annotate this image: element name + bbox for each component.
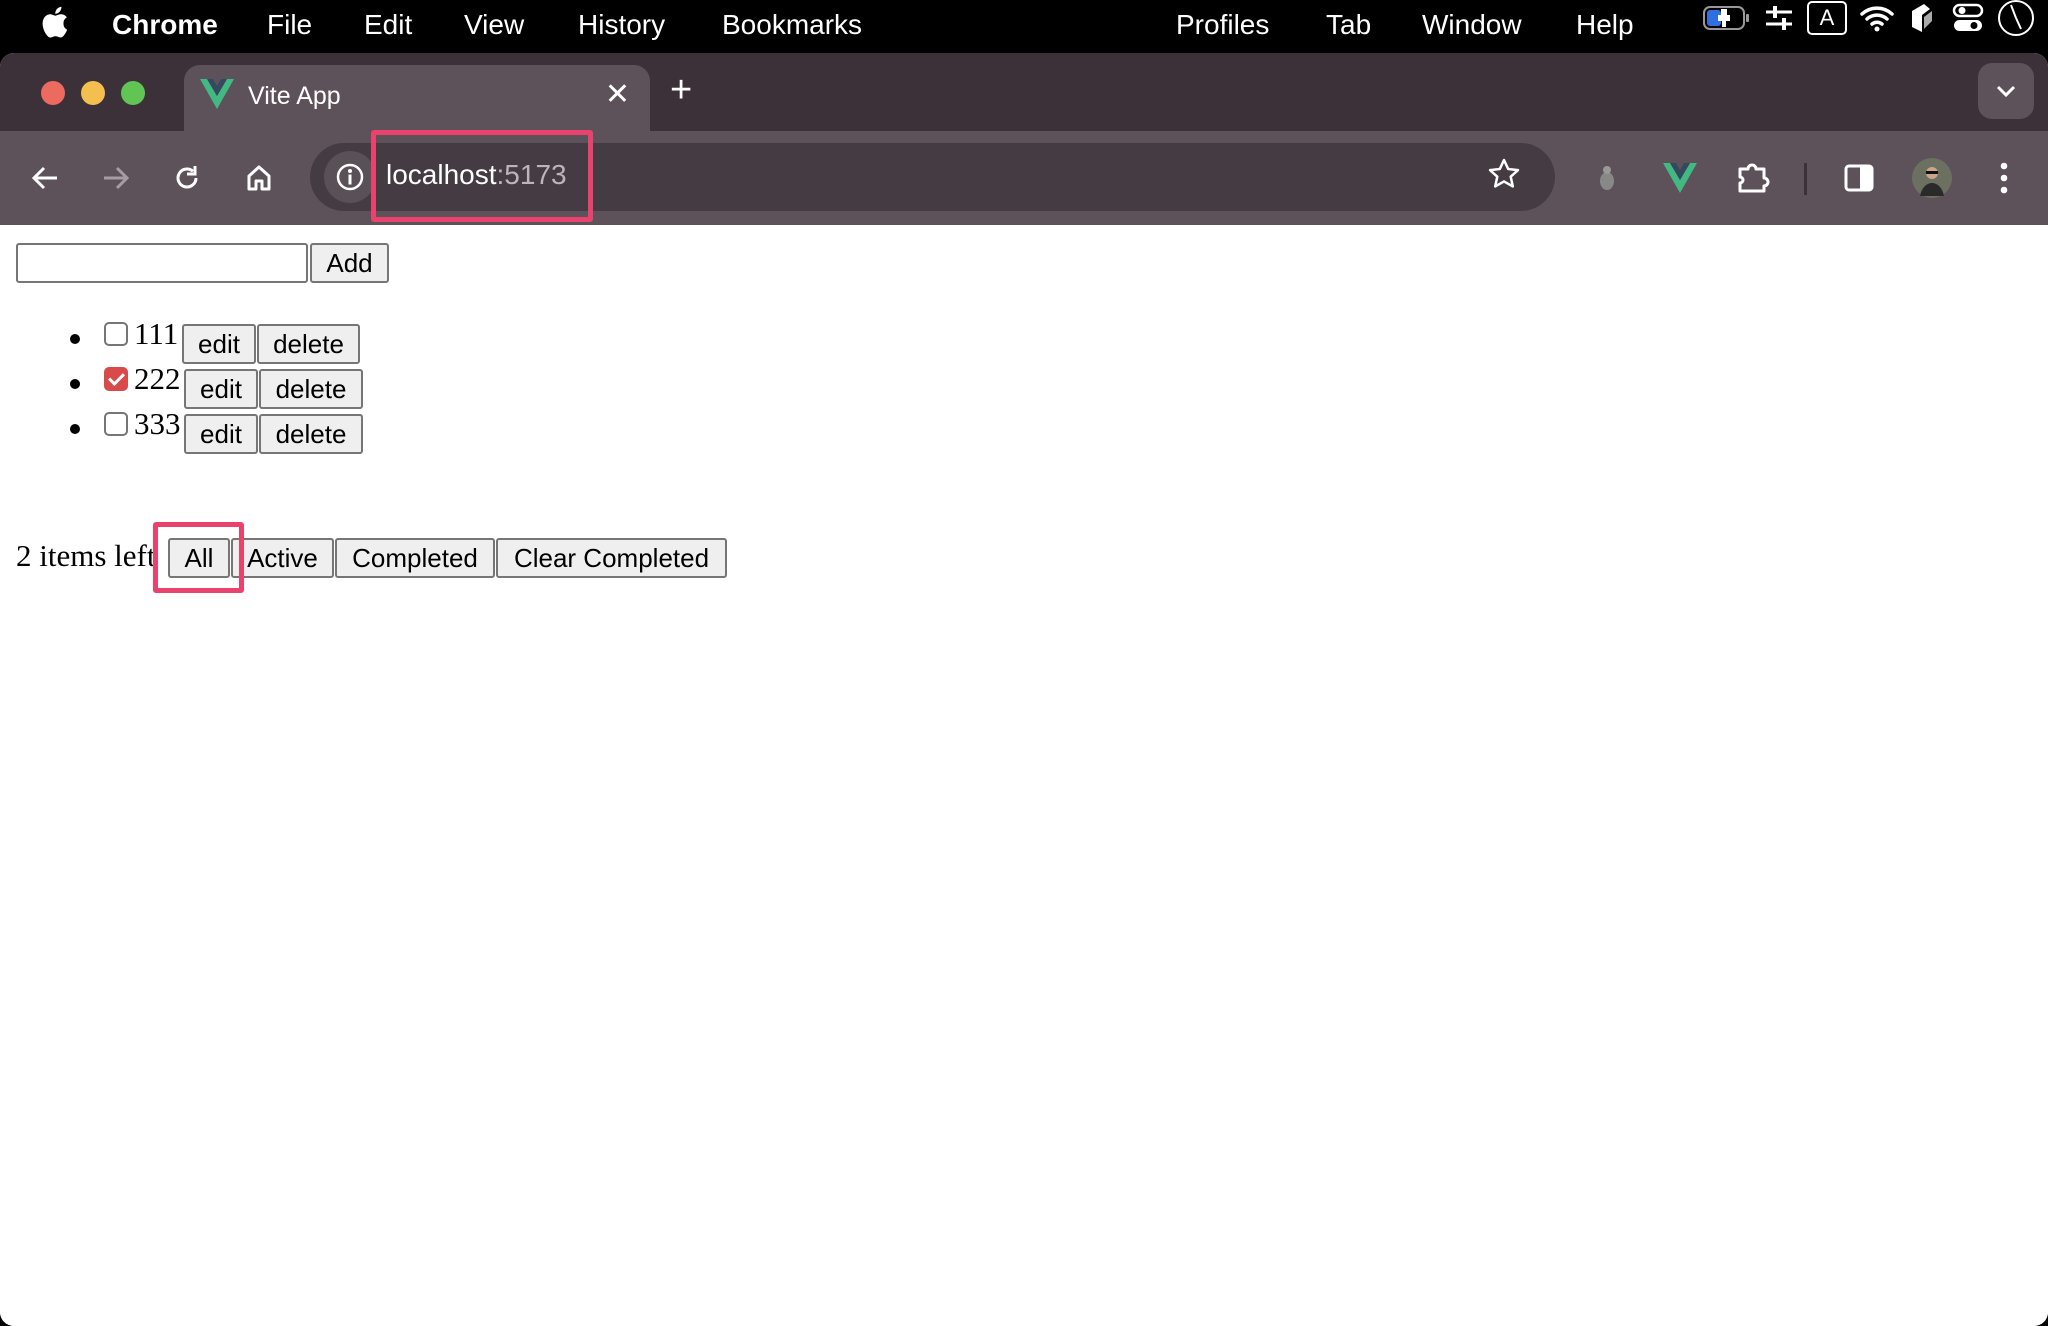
menu-tab[interactable]: Tab <box>1326 8 1371 42</box>
tab-title: Vite App <box>248 82 341 110</box>
zoom-window-button[interactable] <box>121 81 145 105</box>
toolbar-divider <box>1804 163 1807 195</box>
filter-all-button[interactable]: All <box>168 538 230 578</box>
tab-vite-app[interactable]: Vite App ✕ <box>184 65 650 131</box>
chrome-menu-icon[interactable] <box>1979 153 2029 203</box>
filter-completed-button[interactable]: Completed <box>335 538 495 578</box>
menu-bookmarks[interactable]: Bookmarks <box>722 8 862 42</box>
bookmark-star-icon[interactable] <box>1487 157 1521 196</box>
items-left-count: 2 items left <box>16 538 156 573</box>
back-button[interactable] <box>20 153 70 203</box>
home-icon <box>247 165 271 191</box>
minimize-window-button[interactable] <box>81 81 105 105</box>
close-tab-icon[interactable]: ✕ <box>605 77 630 112</box>
extensions-puzzle-icon[interactable] <box>1728 153 1778 203</box>
todo-item: 222 edit delete <box>0 361 600 409</box>
extension-bug-icon[interactable] <box>1582 153 1632 203</box>
back-arrow-icon <box>31 166 57 190</box>
apple-menu-icon[interactable] <box>42 6 68 44</box>
todo-item: 333 edit delete <box>0 406 600 454</box>
delete-button[interactable]: delete <box>259 369 363 409</box>
browser-window: Vite App ✕ + localhost:5173 Add 111 edit… <box>0 53 2048 1326</box>
menu-help[interactable]: Help <box>1576 8 1634 42</box>
menu-file[interactable]: File <box>267 8 312 42</box>
macos-menu-bar: Chrome File Edit View History Bookmarks … <box>0 0 2048 52</box>
list-bullet <box>70 379 80 389</box>
side-panel-icon[interactable] <box>1834 153 1884 203</box>
app-shield-icon[interactable] <box>1905 0 1937 36</box>
vue-devtools-icon[interactable] <box>1655 153 1705 203</box>
profile-avatar[interactable] <box>1907 153 1957 203</box>
menu-window[interactable]: Window <box>1422 8 1522 42</box>
list-bullet <box>70 334 80 344</box>
todo-checkbox[interactable] <box>104 412 128 436</box>
todo-item: 111 edit delete <box>0 316 600 364</box>
tab-search-button[interactable] <box>1978 63 2034 119</box>
menu-view[interactable]: View <box>464 8 524 42</box>
browser-toolbar: localhost:5173 <box>0 131 2048 226</box>
url-host: localhost <box>386 159 497 190</box>
url-text[interactable]: localhost:5173 <box>386 159 567 191</box>
wifi-icon[interactable] <box>1858 0 1896 36</box>
battery-charging-icon[interactable] <box>1702 0 1752 36</box>
add-button[interactable]: Add <box>310 243 389 283</box>
list-bullet <box>70 424 80 434</box>
control-center-icon[interactable] <box>1950 0 1986 36</box>
todo-text: 111 <box>134 316 179 351</box>
url-port: :5173 <box>496 159 567 190</box>
filter-active-button[interactable]: Active <box>231 538 334 578</box>
menu-history[interactable]: History <box>578 8 665 42</box>
new-tab-button[interactable]: + <box>670 69 692 112</box>
menu-profiles[interactable]: Profiles <box>1176 8 1269 42</box>
reload-button[interactable] <box>162 153 212 203</box>
todo-checkbox[interactable] <box>104 322 128 346</box>
forward-arrow-icon <box>104 166 130 190</box>
todo-checkbox[interactable] <box>104 367 128 391</box>
control-sliders-icon[interactable] <box>1762 0 1796 36</box>
site-info-icon[interactable] <box>324 151 376 203</box>
menu-chrome[interactable]: Chrome <box>112 8 218 42</box>
todo-text: 222 <box>134 361 181 396</box>
forward-button[interactable] <box>91 153 141 203</box>
new-todo-input[interactable] <box>16 243 308 283</box>
edit-button[interactable]: edit <box>184 414 258 454</box>
tab-strip: Vite App ✕ + <box>0 53 2048 131</box>
menu-edit[interactable]: Edit <box>364 8 412 42</box>
delete-button[interactable]: delete <box>257 324 360 364</box>
clear-completed-button[interactable]: Clear Completed <box>496 538 727 578</box>
todo-text: 333 <box>134 406 181 441</box>
reload-icon <box>176 166 198 189</box>
address-bar[interactable]: localhost:5173 <box>310 143 1555 211</box>
chevron-down-icon <box>1996 85 2016 98</box>
page-content: Add 111 edit delete 222 edit delete 333 … <box>0 225 2048 1326</box>
edit-button[interactable]: edit <box>184 369 258 409</box>
close-window-button[interactable] <box>41 81 65 105</box>
input-source-label: A <box>1807 1 1847 35</box>
vue-logo-icon <box>200 79 234 114</box>
clock-icon[interactable] <box>1996 0 2036 36</box>
edit-button[interactable]: edit <box>182 324 256 364</box>
delete-button[interactable]: delete <box>259 414 363 454</box>
home-button[interactable] <box>234 153 284 203</box>
input-source-icon[interactable]: A <box>1805 0 1849 36</box>
